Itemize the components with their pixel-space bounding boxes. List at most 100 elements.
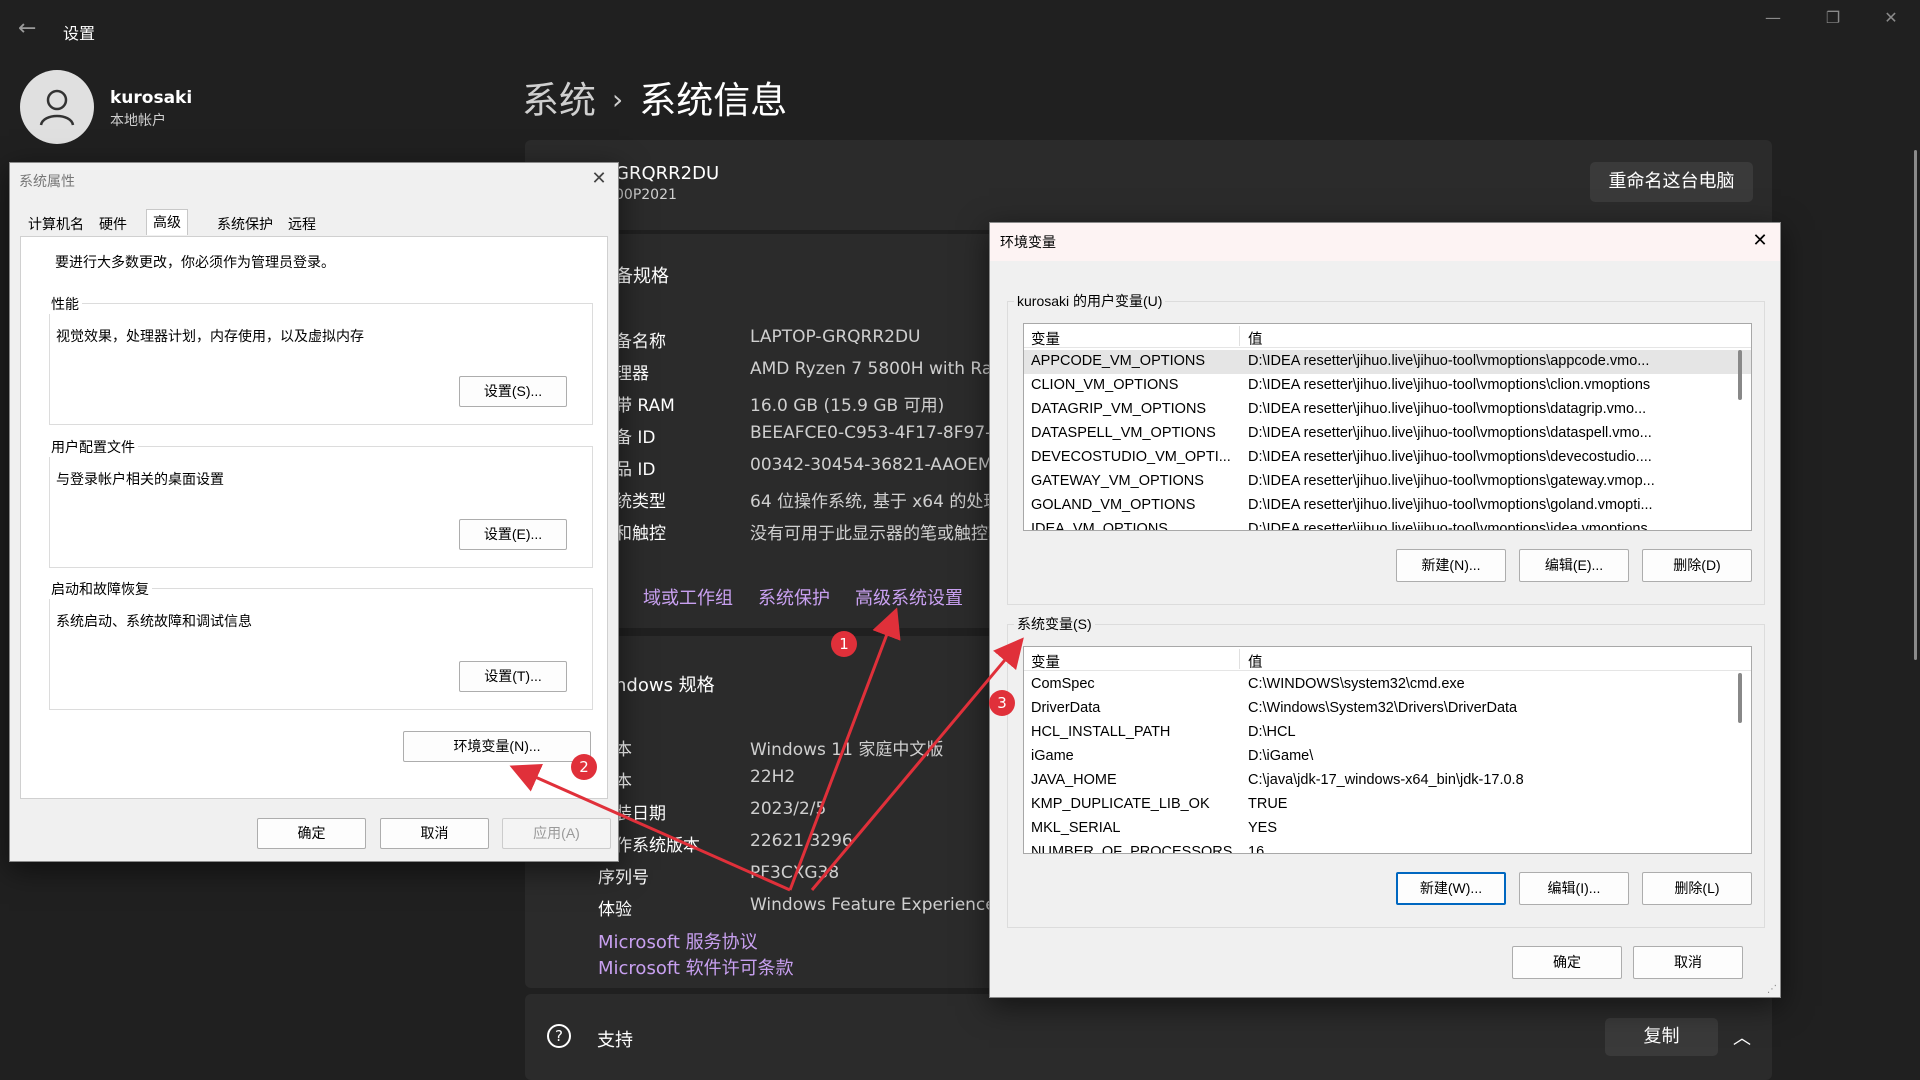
user-var-name: APPCODE_VM_OPTIONS (1031, 353, 1206, 369)
user-var-value: D:\IDEA resetter\jihuo.live\jihuo-tool\v… (1248, 353, 1650, 369)
tab-system-protection[interactable]: 系统保护 (211, 213, 279, 235)
user-edit-button[interactable]: 编辑(E)... (1519, 549, 1629, 582)
minimize-icon[interactable]: — (1750, 8, 1796, 27)
user-var-row[interactable]: IDEA_VM_OPTIONS D:\IDEA resetter\jihuo.li… (1024, 518, 1751, 531)
environment-variables-dialog: 环境变量 ✕ kurosaki 的用户变量(U) 变量 值 APPCODE_VM… (989, 222, 1781, 998)
rename-pc-button[interactable]: 重命名这台电脑 (1590, 162, 1753, 202)
sys-var-row[interactable]: DriverData C:\Windows\System32\Drivers\Dr… (1024, 697, 1751, 721)
sysprops-close-icon[interactable]: ✕ (584, 168, 614, 189)
windows-specs-heading: ndows 规格 (615, 675, 715, 696)
user-var-value: D:\IDEA resetter\jihuo.live\jihuo-tool\v… (1248, 497, 1653, 513)
user-var-row[interactable]: DEVECOSTUDIO_VM_OPTI... D:\IDEA resetter\… (1024, 446, 1751, 470)
resize-grip-icon[interactable]: ⋰ (1767, 984, 1777, 995)
advanced-tab-panel: 要进行大多数更改，你必须作为管理员登录。 性能 视觉效果，处理器计划，内存使用，… (20, 236, 608, 799)
user-col-variable[interactable]: 变量 (1031, 328, 1060, 349)
device-spec-label: 理器 (615, 364, 649, 384)
sys-list-header: 变量 值 (1024, 647, 1751, 671)
user-var-row[interactable]: CLION_VM_OPTIONS D:\IDEA resetter\jihuo.l… (1024, 374, 1751, 398)
windows-spec-label: 作系统版本 (615, 836, 700, 856)
user-profiles-settings-button[interactable]: 设置(E)... (459, 519, 567, 550)
windows-spec-value: PF3CXG38 (750, 863, 840, 883)
env-close-icon[interactable]: ✕ (1745, 230, 1775, 251)
sys-var-name: JAVA_HOME (1031, 772, 1117, 788)
device-spec-value: 64 位操作系统, 基于 x64 的处理器 (750, 492, 1018, 512)
support-card[interactable] (525, 994, 1772, 1080)
user-var-name: IDEA_VM_OPTIONS (1031, 521, 1168, 531)
tab-advanced[interactable]: 高级 (146, 209, 188, 235)
link-license-terms[interactable]: Microsoft 软件许可条款 (598, 954, 794, 980)
sys-new-button[interactable]: 新建(W)... (1396, 872, 1506, 905)
sys-var-value: C:\WINDOWS\system32\cmd.exe (1248, 676, 1465, 692)
sys-col-variable[interactable]: 变量 (1031, 651, 1060, 672)
env-cancel-button[interactable]: 取消 (1633, 946, 1743, 979)
performance-title: 性能 (48, 294, 82, 314)
device-card (525, 140, 1772, 230)
copy-button[interactable]: 复制 (1605, 1018, 1718, 1056)
sys-var-row[interactable]: ComSpec C:\WINDOWS\system32\cmd.exe (1024, 673, 1751, 697)
windows-spec-row: 本 Windows 11 家庭中文版 (615, 735, 995, 760)
device-spec-row: 理器 AMD Ryzen 7 5800H with Radeon (615, 359, 1035, 384)
sys-var-value: C:\java\jdk-17_windows-x64_bin\jdk-17.0.… (1248, 772, 1524, 788)
user-variables-title: kurosaki 的用户变量(U) (1014, 291, 1166, 311)
breadcrumb-parent[interactable]: 系统 (522, 79, 596, 122)
user-new-button[interactable]: 新建(N)... (1396, 549, 1506, 582)
user-var-row[interactable]: GATEWAY_VM_OPTIONS D:\IDEA resetter\jihuo… (1024, 470, 1751, 494)
user-var-row[interactable]: APPCODE_VM_OPTIONS D:\IDEA resetter\jihuo… (1024, 350, 1751, 374)
sys-var-row[interactable]: KMP_DUPLICATE_LIB_OK TRUE (1024, 793, 1751, 817)
breadcrumb-separator: › (612, 83, 624, 116)
startup-recovery-settings-button[interactable]: 设置(T)... (459, 661, 567, 692)
sys-var-row[interactable]: iGame D:\iGame\ (1024, 745, 1751, 769)
sys-delete-button[interactable]: 删除(L) (1642, 872, 1752, 905)
sys-var-row[interactable]: NUMBER_OF_PROCESSORS 16 (1024, 841, 1751, 854)
link-service-agreement[interactable]: Microsoft 服务协议 (598, 928, 758, 954)
env-ok-button[interactable]: 确定 (1512, 946, 1622, 979)
sys-var-name: NUMBER_OF_PROCESSORS (1031, 844, 1233, 854)
performance-settings-button[interactable]: 设置(S)... (459, 376, 567, 407)
link-system-protection[interactable]: 系统保护 (758, 584, 830, 610)
sys-var-row[interactable]: HCL_INSTALL_PATH D:\HCL (1024, 721, 1751, 745)
tab-hardware[interactable]: 硬件 (93, 213, 133, 235)
link-domain-workgroup[interactable]: 域或工作组 (643, 584, 733, 610)
user-list-scrollbar[interactable] (1738, 350, 1742, 400)
tab-computer-name[interactable]: 计算机名 (22, 213, 90, 235)
sysprops-cancel-button[interactable]: 取消 (380, 818, 489, 849)
device-spec-value: 没有可用于此显示器的笔或触控输 (750, 524, 1005, 544)
avatar[interactable] (20, 70, 94, 144)
close-window-icon[interactable]: ✕ (1868, 8, 1914, 27)
user-variables-list[interactable]: 变量 值 APPCODE_VM_OPTIONS D:\IDEA resetter\… (1023, 323, 1752, 531)
device-spec-row: 统类型 64 位操作系统, 基于 x64 的处理器 (615, 487, 1017, 512)
environment-variables-button[interactable]: 环境变量(N)... (403, 731, 591, 762)
user-var-row[interactable]: DATAGRIP_VM_OPTIONS D:\IDEA resetter\jihu… (1024, 398, 1751, 422)
windows-spec-row: 序列号 PF3CXG38 (598, 863, 978, 888)
performance-desc: 视觉效果，处理器计划，内存使用，以及虚拟内存 (56, 328, 364, 344)
user-var-row[interactable]: DATASPELL_VM_OPTIONS D:\IDEA resetter\jih… (1024, 422, 1751, 446)
restore-icon[interactable]: ❐ (1810, 8, 1856, 27)
sys-col-value[interactable]: 值 (1248, 651, 1263, 672)
breadcrumb-current: 系统信息 (639, 79, 788, 122)
windows-spec-value: 22621.3296 (750, 831, 853, 851)
user-delete-button[interactable]: 删除(D) (1642, 549, 1752, 582)
sys-var-row[interactable]: JAVA_HOME C:\java\jdk-17_windows-x64_bin\… (1024, 769, 1751, 793)
marker-3: 3 (989, 690, 1015, 716)
user-var-name: DATAGRIP_VM_OPTIONS (1031, 401, 1207, 417)
user-col-value[interactable]: 值 (1248, 328, 1263, 349)
sys-edit-button[interactable]: 编辑(I)... (1519, 872, 1629, 905)
system-variables-list[interactable]: 变量 值 ComSpec C:\WINDOWS\system32\cmd.exe D… (1023, 646, 1752, 854)
sysprops-apply-button[interactable]: 应用(A) (502, 818, 611, 849)
device-specs-heading: 备规格 (615, 266, 669, 287)
tab-remote[interactable]: 远程 (282, 213, 322, 235)
sys-list-scrollbar[interactable] (1738, 673, 1742, 723)
user-var-value: D:\IDEA resetter\jihuo.live\jihuo-tool\v… (1248, 425, 1652, 441)
device-spec-label: 备 ID (615, 428, 656, 448)
user-var-row[interactable]: GOLAND_VM_OPTIONS D:\IDEA resetter\jihuo.… (1024, 494, 1751, 518)
sys-var-row[interactable]: MKL_SERIAL YES (1024, 817, 1751, 841)
windows-spec-label: 体验 (598, 900, 632, 920)
sysprops-ok-button[interactable]: 确定 (257, 818, 366, 849)
sysprops-title: 系统属性 (19, 173, 75, 189)
link-advanced-system-settings[interactable]: 高级系统设置 (855, 584, 963, 610)
admin-note: 要进行大多数更改，你必须作为管理员登录。 (55, 254, 335, 270)
chevron-up-icon[interactable]: ︿ (1733, 1024, 1751, 1050)
back-arrow-icon[interactable]: ← (18, 16, 36, 41)
user-var-value: D:\IDEA resetter\jihuo.live\jihuo-tool\v… (1248, 401, 1647, 417)
page-scrollbar[interactable] (1914, 150, 1917, 660)
